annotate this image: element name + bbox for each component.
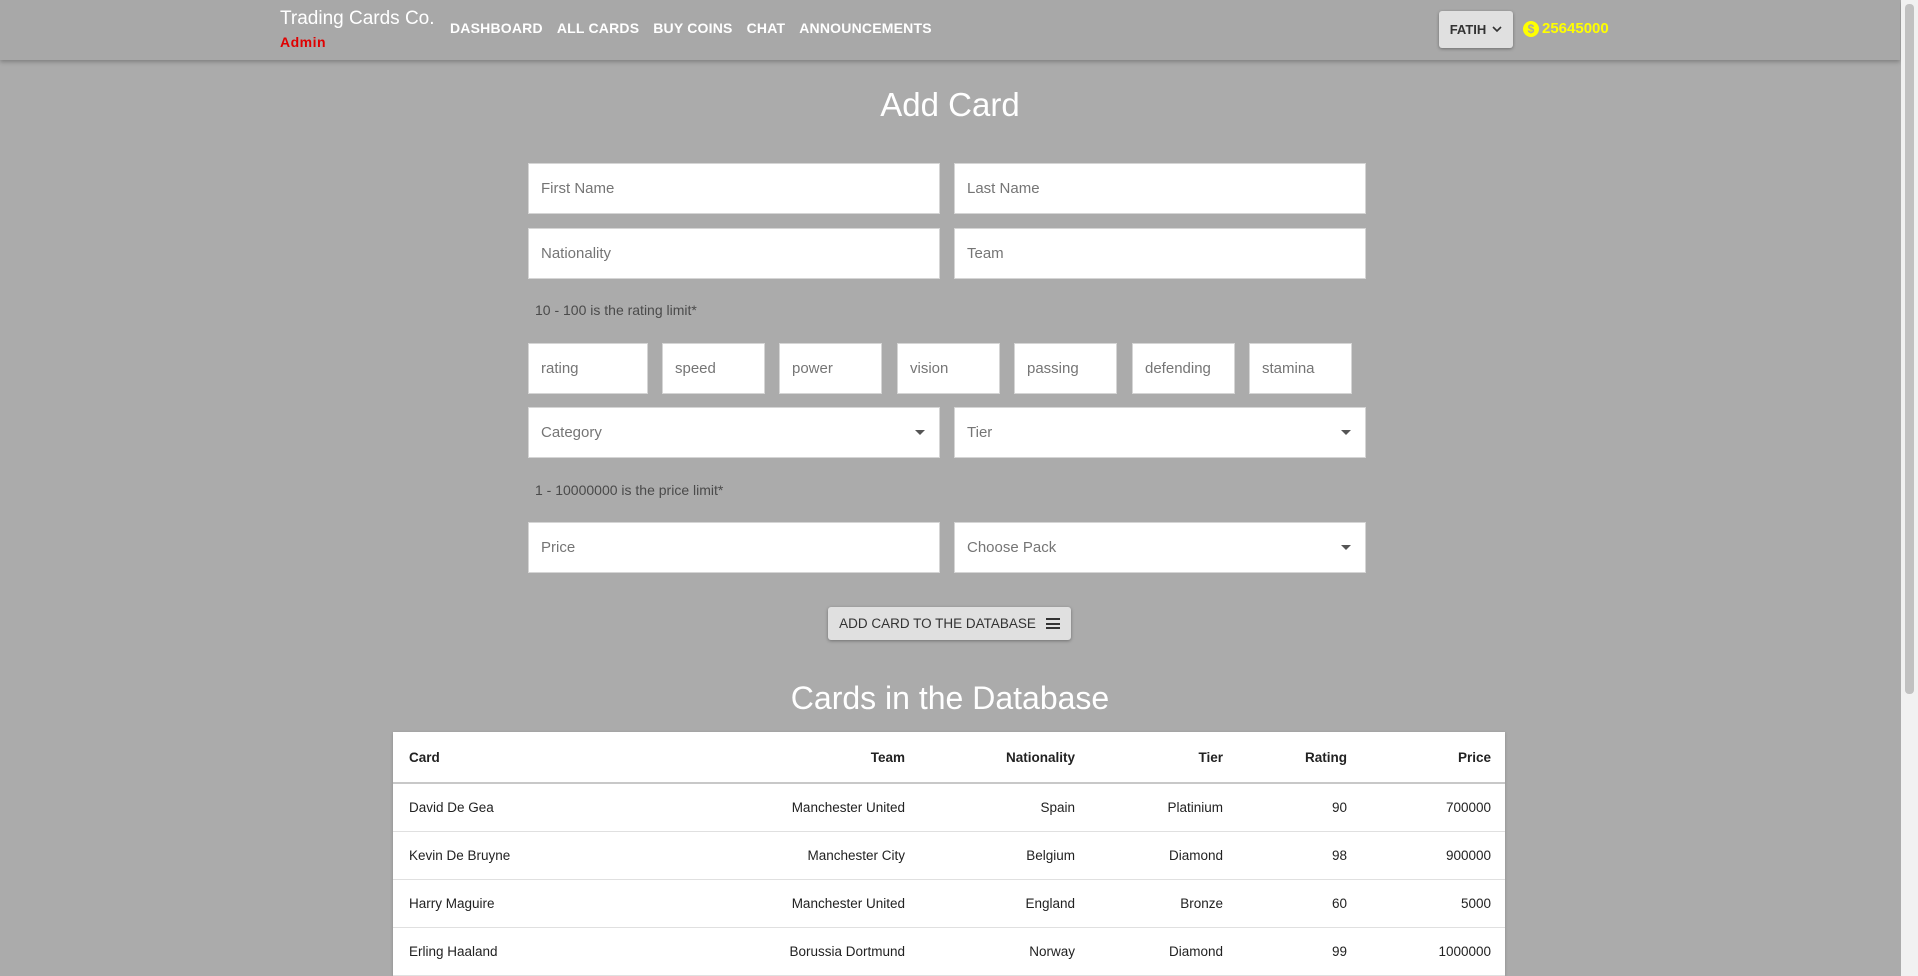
header-nationality[interactable]: Nationality xyxy=(1006,732,1075,782)
cell-price: 700000 xyxy=(1445,800,1491,815)
cell-rating: 98 xyxy=(1331,848,1347,863)
pack-select[interactable]: Choose Pack xyxy=(954,522,1366,573)
passing-placeholder: passing xyxy=(1027,360,1079,377)
nav-buy-coins[interactable]: BUY COINS xyxy=(653,20,732,36)
cell-price: 1000000 xyxy=(1438,944,1491,959)
top-navbar: Trading Cards Co. Admin DASHBOARD ALL CA… xyxy=(0,0,1900,60)
add-card-label: ADD CARD TO THE DATABASE xyxy=(839,616,1036,631)
nav-links: DASHBOARD ALL CARDS BUY COINS CHAT ANNOU… xyxy=(450,20,946,36)
tier-select[interactable]: Tier xyxy=(954,407,1366,458)
page-scrollbar[interactable] xyxy=(1901,0,1918,976)
team-field[interactable]: Team xyxy=(954,228,1366,279)
cell-nationality: Belgium xyxy=(1026,848,1075,863)
stamina-field[interactable]: stamina xyxy=(1249,343,1352,394)
stamina-placeholder: stamina xyxy=(1262,360,1315,377)
tier-placeholder: Tier xyxy=(967,424,993,441)
cell-team: Manchester United xyxy=(791,896,905,911)
first-name-field[interactable]: First Name xyxy=(528,163,940,214)
team-placeholder: Team xyxy=(967,245,1004,262)
nationality-placeholder: Nationality xyxy=(541,245,612,262)
cell-rating: 90 xyxy=(1331,800,1347,815)
cell-card: David De Gea xyxy=(409,800,494,815)
header-price[interactable]: Price xyxy=(1458,732,1491,782)
vision-placeholder: vision xyxy=(910,360,949,377)
power-field[interactable]: power xyxy=(779,343,882,394)
cell-price: 900000 xyxy=(1445,848,1491,863)
coin-balance: $ 25645000 xyxy=(1523,20,1609,37)
first-name-placeholder: First Name xyxy=(541,180,615,197)
category-placeholder: Category xyxy=(541,424,602,441)
chevron-down-icon xyxy=(1492,26,1502,33)
last-name-field[interactable]: Last Name xyxy=(954,163,1366,214)
cell-rating: 99 xyxy=(1331,944,1347,959)
table-row[interactable]: Erling Haaland Borussia Dortmund Norway … xyxy=(393,928,1505,976)
category-select[interactable]: Category xyxy=(528,407,940,458)
list-icon xyxy=(1045,618,1060,629)
table-row[interactable]: Harry Maguire Manchester United England … xyxy=(393,880,1505,928)
cell-tier: Diamond xyxy=(1168,944,1223,959)
table-header-row: Card Team Nationality Tier Rating Price xyxy=(393,732,1505,784)
header-rating[interactable]: Rating xyxy=(1305,732,1347,782)
nationality-field[interactable]: Nationality xyxy=(528,228,940,279)
pack-placeholder: Choose Pack xyxy=(967,539,1057,556)
cell-card: Erling Haaland xyxy=(409,944,498,959)
coin-icon: $ xyxy=(1523,20,1539,37)
header-tier[interactable]: Tier xyxy=(1198,732,1223,782)
cell-tier: Diamond xyxy=(1168,848,1223,863)
last-name-placeholder: Last Name xyxy=(967,180,1040,197)
page-title: Add Card xyxy=(880,86,1020,123)
speed-placeholder: speed xyxy=(675,360,716,377)
nav-dashboard[interactable]: DASHBOARD xyxy=(450,20,543,36)
power-placeholder: power xyxy=(792,360,833,377)
cell-card: Harry Maguire xyxy=(409,896,495,911)
table-title: Cards in the Database xyxy=(790,680,1110,716)
add-card-button[interactable]: ADD CARD TO THE DATABASE xyxy=(828,607,1071,640)
cell-tier: Bronze xyxy=(1180,896,1223,911)
price-hint: 1 - 10000000 is the price limit* xyxy=(535,482,724,498)
dropdown-arrow-icon xyxy=(1341,430,1351,435)
price-field[interactable]: Price xyxy=(528,522,940,573)
coin-amount: 25645000 xyxy=(1542,20,1609,37)
cell-price: 5000 xyxy=(1460,896,1491,911)
rating-hint: 10 - 100 is the rating limit* xyxy=(535,302,697,318)
cell-nationality: Spain xyxy=(1040,800,1075,815)
cell-card: Kevin De Bruyne xyxy=(409,848,511,863)
dropdown-arrow-icon xyxy=(1341,545,1351,550)
cell-nationality: England xyxy=(1025,896,1075,911)
role-label: Admin xyxy=(280,34,327,50)
defending-field[interactable]: defending xyxy=(1132,343,1235,394)
table-row[interactable]: Kevin De Bruyne Manchester City Belgium … xyxy=(393,832,1505,880)
nav-announcements[interactable]: ANNOUNCEMENTS xyxy=(799,20,932,36)
cell-nationality: Norway xyxy=(1029,944,1075,959)
price-placeholder: Price xyxy=(541,539,576,556)
scrollbar-thumb[interactable] xyxy=(1905,4,1914,694)
defending-placeholder: defending xyxy=(1145,360,1211,377)
nav-all-cards[interactable]: ALL CARDS xyxy=(557,20,639,36)
vision-field[interactable]: vision xyxy=(897,343,1000,394)
speed-field[interactable]: speed xyxy=(662,343,765,394)
brand-title[interactable]: Trading Cards Co. xyxy=(280,8,435,30)
cell-team: Borussia Dortmund xyxy=(789,944,905,959)
rating-field[interactable]: rating xyxy=(528,343,648,394)
header-card[interactable]: Card xyxy=(409,732,440,782)
user-menu-button[interactable]: FATIH xyxy=(1439,11,1513,48)
nav-chat[interactable]: CHAT xyxy=(747,20,786,36)
dropdown-arrow-icon xyxy=(915,430,925,435)
cell-rating: 60 xyxy=(1331,896,1347,911)
cards-table: Card Team Nationality Tier Rating Price … xyxy=(393,732,1505,976)
table-row[interactable]: David De Gea Manchester United Spain Pla… xyxy=(393,784,1505,832)
user-name: FATIH xyxy=(1449,22,1487,37)
cell-team: Manchester City xyxy=(807,848,905,863)
header-team[interactable]: Team xyxy=(871,732,905,782)
rating-placeholder: rating xyxy=(541,360,579,377)
cell-team: Manchester United xyxy=(791,800,905,815)
passing-field[interactable]: passing xyxy=(1014,343,1117,394)
cell-tier: Platinium xyxy=(1167,800,1223,815)
